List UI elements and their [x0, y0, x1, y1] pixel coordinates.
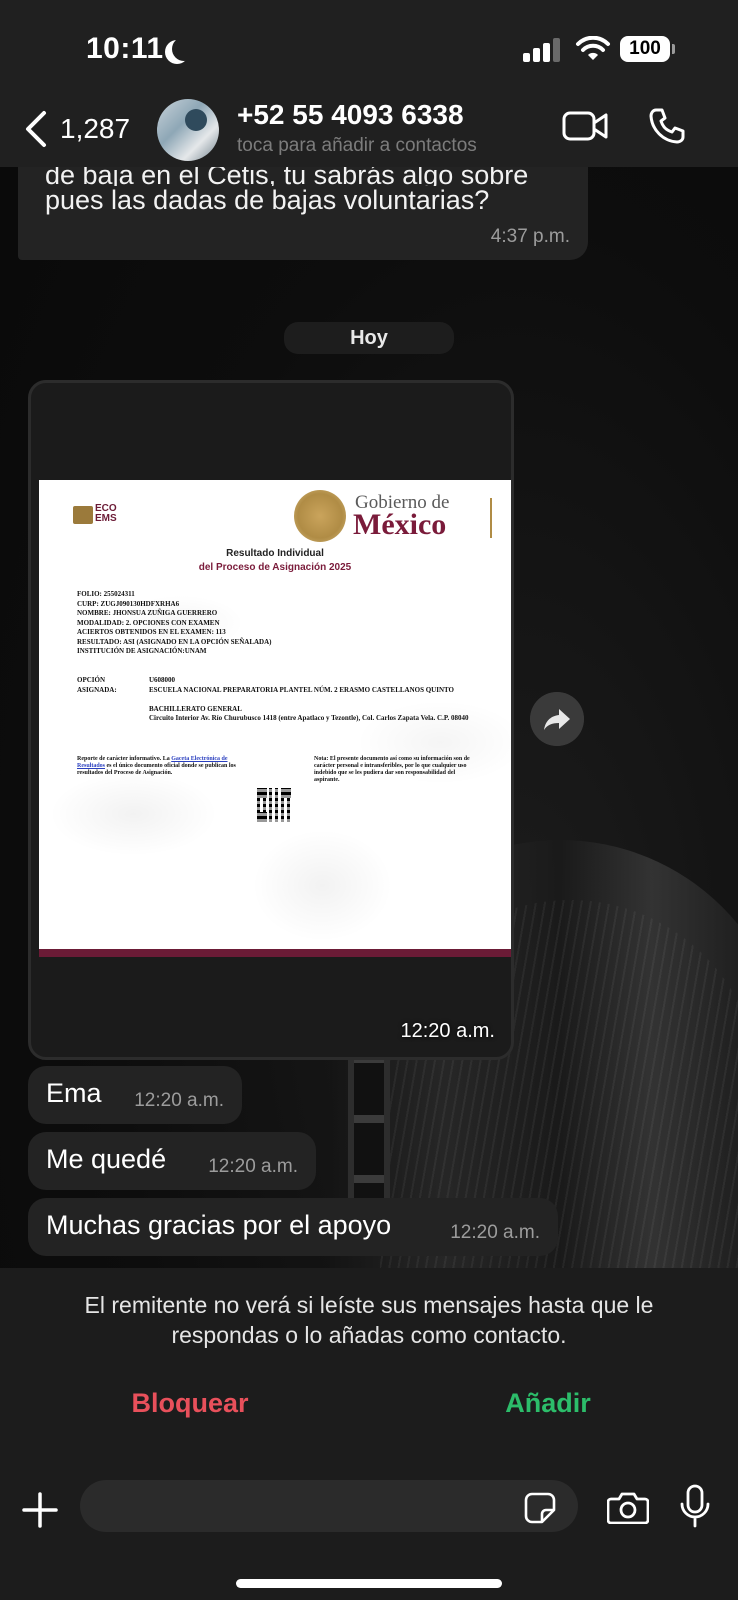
document-note-left: Reporte de carácter informativo. La Gace…	[77, 756, 242, 777]
ecoems-logo: ECO EMS	[73, 504, 133, 530]
message-time: 12:20 a.m.	[134, 1090, 224, 1111]
document-field: NOMBRE: JHONSUA ZUÑIGA GUERRERO	[77, 609, 218, 617]
assigned-label: ASIGNADA:	[77, 685, 117, 694]
avatar[interactable]	[157, 99, 219, 161]
chat-header: 1,287 +52 55 4093 6338 toca para añadir …	[0, 95, 738, 167]
document-note-right: Nota: El presente documento así como su …	[314, 756, 470, 783]
assigned-value: ESCUELA NACIONAL PREPARATORIA PLANTEL NÚ…	[149, 685, 455, 694]
phone-icon[interactable]	[648, 107, 686, 145]
message-time: 12:20 a.m.	[450, 1222, 540, 1243]
share-icon[interactable]	[530, 692, 584, 746]
document-field: CURP: ZUGJ090130HDFXRHA6	[77, 599, 180, 608]
message-composer	[0, 1468, 738, 1600]
contact-subtitle[interactable]: toca para añadir a contactos	[237, 135, 477, 157]
plus-icon[interactable]	[22, 1492, 58, 1528]
document-field: ACIERTOS OBTENIDOS EN EL EXAMEN: 113	[77, 628, 226, 636]
option-value: U608000	[149, 676, 176, 684]
program-value: BACHILLERATO GENERAL	[149, 704, 242, 713]
message-text: Muchas gracias por el apoyo	[46, 1210, 392, 1240]
camera-icon[interactable]	[607, 1490, 649, 1524]
previous-message-text: pues las dadas de bajas voluntarias?	[45, 185, 490, 215]
option-label: OPCIÓN	[77, 676, 105, 684]
image-message[interactable]: ECO EMS Gobierno de México Resultado Ind…	[28, 380, 514, 1060]
wifi-icon	[576, 36, 610, 60]
mexico-text: México	[353, 508, 447, 541]
mic-icon[interactable]	[680, 1484, 710, 1528]
moon-icon	[172, 37, 196, 61]
message-text: Me quedé	[46, 1144, 167, 1174]
battery-nub	[672, 44, 675, 54]
message-text: Ema	[46, 1078, 102, 1108]
address-value: Circuito Interior Av. Río Churubusco 141…	[149, 714, 469, 722]
image-message-time: 12:20 a.m.	[400, 1020, 495, 1042]
message-time: 12:20 a.m.	[208, 1156, 298, 1177]
sticker-icon[interactable]	[524, 1492, 556, 1524]
unknown-sender-notice: El remitente no verá si leíste sus mensa…	[84, 1292, 654, 1348]
add-contact-button[interactable]: Añadir	[468, 1388, 628, 1419]
document-subtitle: del Proceso de Asignación 2025	[198, 562, 352, 573]
eco-book-icon	[73, 506, 93, 524]
unknown-sender-panel: El remitente no verá si leíste sus mensa…	[0, 1268, 738, 1468]
contact-name[interactable]: +52 55 4093 6338	[237, 99, 464, 131]
qr-code	[257, 788, 291, 822]
document-field: FOLIO: 255024311	[77, 590, 135, 598]
date-separator: Hoy	[284, 322, 454, 354]
status-time: 10:11	[86, 32, 164, 65]
home-indicator[interactable]	[236, 1579, 502, 1588]
message-input[interactable]	[80, 1480, 578, 1532]
back-icon[interactable]	[22, 109, 52, 149]
status-bar: 10:11 100	[0, 0, 738, 95]
document-field: MODALIDAD: 2. OPCIONES CON EXAMEN	[77, 618, 220, 627]
video-icon[interactable]	[562, 109, 608, 143]
signal-icon	[523, 38, 561, 62]
document-title: Resultado Individual	[226, 548, 324, 559]
message-bubble[interactable]: Me quedé 12:20 a.m.	[28, 1132, 316, 1190]
document-footer-bar	[39, 949, 511, 957]
battery-indicator: 100	[620, 36, 670, 62]
note-left-text: Reporte de carácter informativo. La	[77, 756, 172, 762]
document-field: RESULTADO: ASI (ASIGNADO EN LA OPCIÓN SE…	[77, 637, 272, 646]
back-unread-count[interactable]: 1,287	[60, 113, 130, 145]
mexico-seal-icon	[294, 490, 346, 542]
logo-divider	[490, 498, 492, 538]
document-field: INSTITUCIÓN DE ASIGNACIÓN:UNAM	[77, 647, 207, 655]
eco-logo-text: ECO EMS	[95, 503, 117, 524]
block-button[interactable]: Bloquear	[110, 1388, 270, 1419]
message-bubble[interactable]: Ema 12:20 a.m.	[28, 1066, 242, 1124]
document-image[interactable]: ECO EMS Gobierno de México Resultado Ind…	[39, 480, 511, 957]
message-bubble[interactable]: Muchas gracias por el apoyo 12:20 a.m.	[28, 1198, 558, 1256]
document-fields: FOLIO: 255024311 CURP: ZUGJ090130HDFXRHA…	[77, 590, 271, 657]
previous-message-time: 4:37 p.m.	[490, 226, 570, 247]
